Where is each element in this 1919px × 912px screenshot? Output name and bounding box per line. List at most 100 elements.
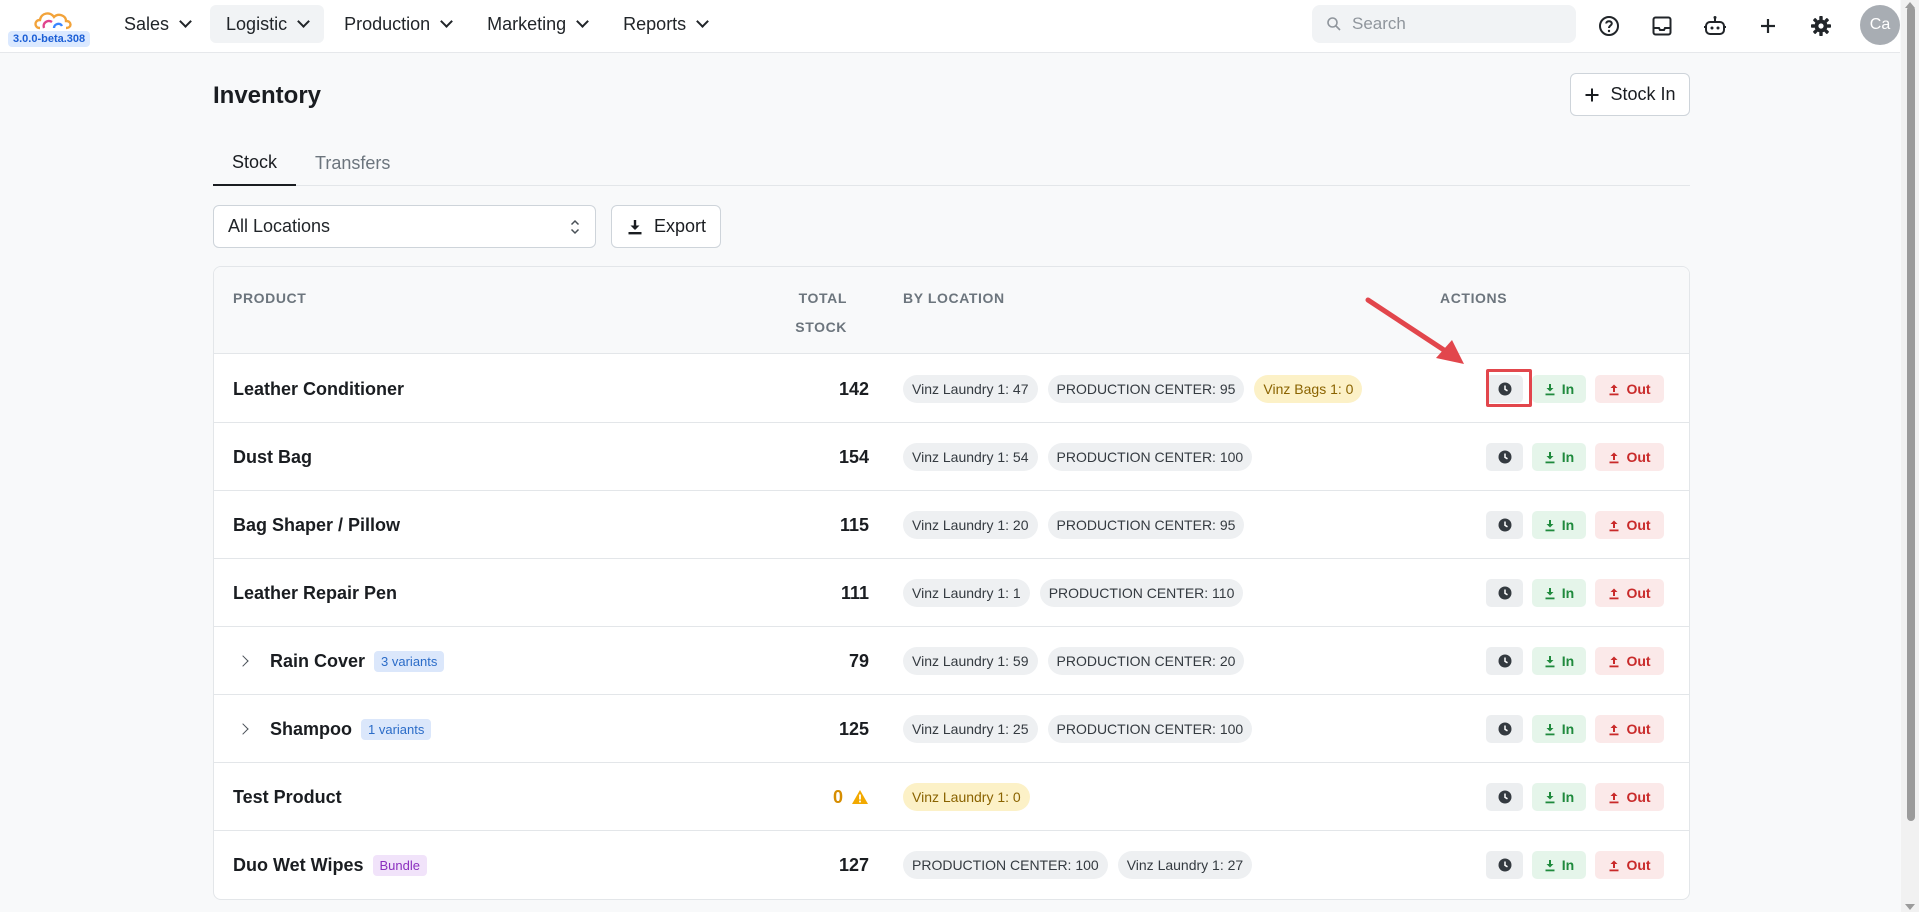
product-name-cell: Rain Cover 3 variants — [237, 627, 445, 695]
scroll-down-arrow[interactable] — [1905, 904, 1915, 910]
add-button[interactable] — [1751, 9, 1785, 43]
location-pill: Vinz Laundry 1: 1 — [903, 579, 1030, 607]
header-total-stock: TOTAL STOCK — [795, 290, 847, 335]
total-stock-cell: 125 — [839, 695, 869, 763]
total-stock-value: 111 — [840, 582, 869, 603]
nav-production[interactable]: Production — [328, 5, 467, 43]
header-by-location: BY LOCATION — [903, 290, 1005, 306]
location-cell: Vinz Laundry 1: 59 PRODUCTION CENTER: 20 — [903, 627, 1245, 695]
table-row[interactable]: Bag Shaper / Pillow 115 Vinz Laundry 1: 20… — [214, 491, 1689, 559]
stock-in-row-button[interactable]: In — [1532, 579, 1586, 607]
help-icon — [1599, 16, 1619, 36]
location-pill: PRODUCTION CENTER: 95 — [1047, 511, 1245, 539]
history-button[interactable] — [1486, 783, 1523, 811]
history-button[interactable] — [1486, 511, 1523, 539]
in-label: In — [1561, 721, 1575, 737]
stock-in-row-button[interactable]: In — [1532, 647, 1586, 675]
out-label: Out — [1626, 381, 1651, 397]
stock-in-row-button[interactable]: In — [1532, 715, 1586, 743]
table-row[interactable]: Shampoo 1 variants 125 Vinz Laundry 1: 25 PR… — [214, 695, 1689, 763]
product-name[interactable]: Shampoo — [270, 719, 352, 740]
app-logo[interactable]: 3.0.0-beta.308 — [8, 6, 96, 48]
settings-button[interactable] — [1804, 9, 1838, 43]
avatar-initials: Ca — [1869, 16, 1891, 33]
stock-out-row-button[interactable]: Out — [1595, 511, 1664, 539]
bot-button[interactable] — [1698, 9, 1732, 43]
table-row[interactable]: Dust Bag 154 Vinz Laundry 1: 54 PRODUCTION … — [214, 423, 1689, 491]
scroll-thumb[interactable] — [1907, 6, 1915, 821]
total-stock-value: 154 — [838, 446, 869, 467]
chevron-down-icon — [179, 15, 192, 28]
stock-out-row-button[interactable]: Out — [1595, 375, 1664, 403]
product-name[interactable]: Leather Repair Pen — [233, 583, 397, 604]
location-pill: PRODUCTION CENTER: 100 — [1047, 443, 1253, 471]
total-stock-cell: 127 — [839, 831, 869, 899]
location-pill: Vinz Laundry 1: 59 — [903, 647, 1038, 675]
upload-icon — [1609, 384, 1619, 395]
table-row[interactable]: Rain Cover 3 variants 79 Vinz Laundry 1: 59… — [214, 627, 1689, 695]
history-button[interactable] — [1486, 851, 1523, 879]
stock-in-row-button[interactable]: In — [1532, 783, 1586, 811]
search-input[interactable] — [1352, 14, 1552, 34]
chevron-right-icon[interactable] — [237, 723, 249, 735]
location-cell: PRODUCTION CENTER: 100 Vinz Laundry 1: 27 — [903, 831, 1253, 899]
nav-marketing[interactable]: Marketing — [471, 5, 603, 43]
total-stock-cell: 115 — [840, 491, 869, 559]
product-name[interactable]: Bag Shaper / Pillow — [233, 515, 400, 536]
export-button[interactable]: Export — [611, 205, 721, 248]
stock-in-row-button[interactable]: In — [1532, 851, 1586, 879]
stock-out-row-button[interactable]: Out — [1595, 443, 1664, 471]
in-label: In — [1561, 517, 1575, 533]
nav-reports[interactable]: Reports — [607, 5, 723, 43]
table-row[interactable]: Duo Wet Wipes Bundle 127 PRODUCTION CENTER:… — [214, 831, 1689, 899]
history-button[interactable] — [1486, 579, 1523, 607]
history-button[interactable] — [1486, 375, 1523, 403]
product-name-cell: Duo Wet Wipes Bundle — [233, 831, 427, 899]
download-icon — [628, 219, 642, 234]
location-select[interactable]: All Locations — [213, 205, 596, 248]
stock-out-row-button[interactable]: Out — [1595, 783, 1664, 811]
stock-in-button[interactable]: Stock In — [1570, 73, 1690, 116]
location-pill: Vinz Laundry 1: 54 — [903, 443, 1038, 471]
history-button[interactable] — [1486, 647, 1523, 675]
stock-out-row-button[interactable]: Out — [1595, 851, 1664, 879]
help-button[interactable] — [1592, 9, 1626, 43]
nav-logistic[interactable]: Logistic — [210, 5, 325, 43]
stock-in-row-button[interactable]: In — [1532, 375, 1586, 403]
actions-cell: In Out — [1486, 695, 1664, 763]
stock-out-row-button[interactable]: Out — [1595, 579, 1664, 607]
tab-stock[interactable]: Stock — [213, 140, 297, 186]
product-name[interactable]: Test Product — [233, 787, 342, 808]
table-row[interactable]: Leather Repair Pen 111 Vinz Laundry 1: 1 PR… — [214, 559, 1689, 627]
search-box[interactable] — [1312, 5, 1576, 43]
stock-in-row-button[interactable]: In — [1532, 511, 1586, 539]
history-button[interactable] — [1486, 443, 1523, 471]
page-scrollbar[interactable] — [1901, 0, 1919, 912]
inventory-table: PRODUCT TOTAL STOCK BY LOCATION ACTIONS … — [213, 266, 1690, 900]
product-name[interactable]: Duo Wet Wipes — [233, 855, 364, 876]
product-name[interactable]: Dust Bag — [233, 447, 312, 468]
location-pill: PRODUCTION CENTER: 110 — [1039, 579, 1244, 607]
tab-transfers[interactable]: Transfers — [296, 140, 409, 186]
inbox-button[interactable] — [1645, 9, 1679, 43]
product-name[interactable]: Leather Conditioner — [233, 379, 404, 400]
table-header: PRODUCT TOTAL STOCK BY LOCATION ACTIONS — [214, 267, 1689, 354]
stock-out-row-button[interactable]: Out — [1595, 715, 1664, 743]
table-row[interactable]: Test Product 0 Vinz Laundry 1: 0 In Out — [214, 763, 1689, 831]
user-avatar[interactable]: Ca — [1860, 5, 1900, 45]
gear-icon — [1811, 16, 1831, 36]
nav-sales[interactable]: Sales — [108, 5, 206, 43]
nav-logistic-label: Logistic — [226, 13, 288, 34]
location-cell: Vinz Laundry 1: 1 PRODUCTION CENTER: 110 — [903, 559, 1244, 627]
history-button[interactable] — [1486, 715, 1523, 743]
location-pill: Vinz Laundry 1: 27 — [1117, 851, 1253, 879]
chevron-right-icon[interactable] — [237, 655, 249, 667]
chevron-down-icon — [297, 15, 310, 28]
table-row[interactable]: Leather Conditioner 142 Vinz Laundry 1: 47… — [214, 355, 1689, 423]
in-label: In — [1561, 381, 1575, 397]
stock-out-row-button[interactable]: Out — [1595, 647, 1664, 675]
in-label: In — [1561, 653, 1575, 669]
stock-in-row-button[interactable]: In — [1532, 443, 1586, 471]
actions-cell: In Out — [1486, 559, 1664, 627]
product-name[interactable]: Rain Cover — [270, 651, 365, 672]
